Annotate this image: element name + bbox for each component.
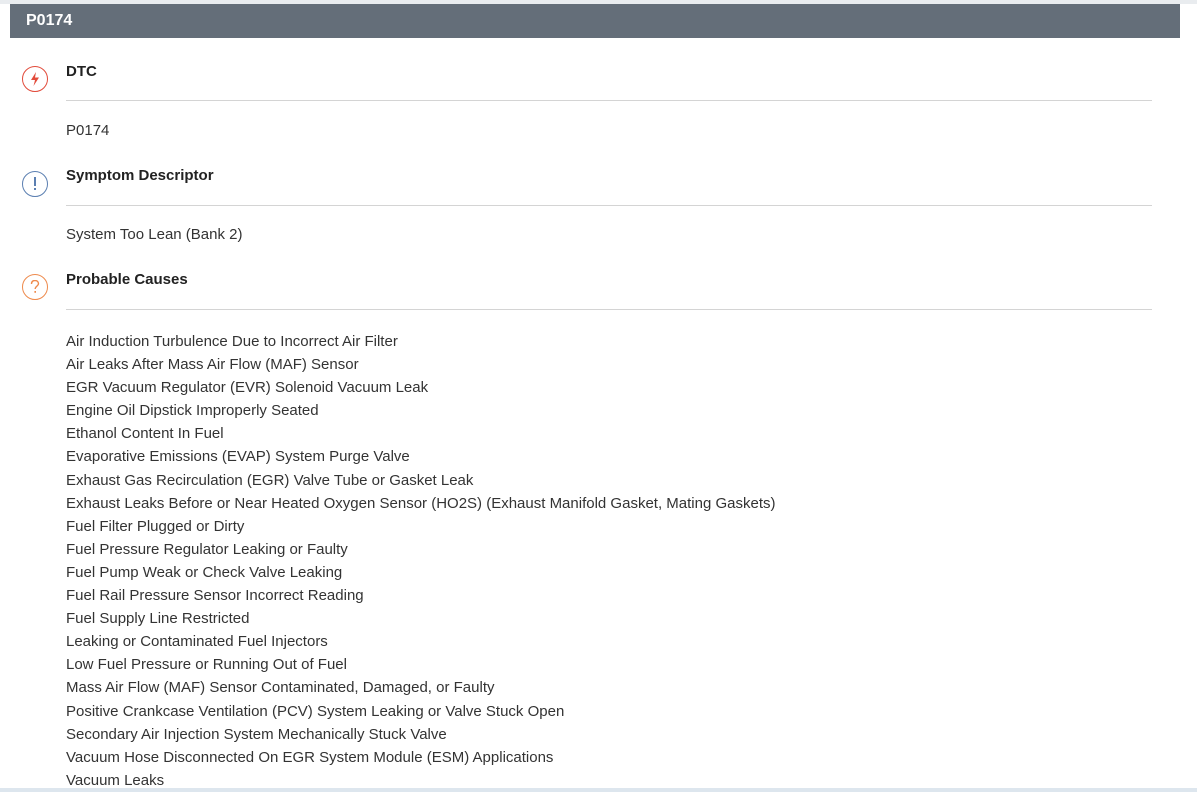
- list-item: Evaporative Emissions (EVAP) System Purg…: [66, 448, 410, 466]
- horizontal-scrollbar[interactable]: [0, 788, 1197, 792]
- symptom-title: Symptom Descriptor: [66, 167, 214, 184]
- dtc-value: P0174: [66, 122, 110, 139]
- list-item: Mass Air Flow (MAF) Sensor Contaminated,…: [66, 679, 495, 697]
- list-item: Fuel Filter Plugged or Dirty: [66, 517, 245, 535]
- list-item: Exhaust Gas Recirculation (EGR) Valve Tu…: [66, 471, 474, 489]
- dtc-divider: [66, 100, 1152, 101]
- header-code: P0174: [26, 12, 73, 29]
- dtc-title: DTC: [66, 63, 97, 80]
- list-item: Secondary Air Injection System Mechanica…: [66, 725, 447, 743]
- symptom-divider: [66, 205, 1152, 206]
- list-item: Exhaust Leaks Before or Near Heated Oxyg…: [66, 494, 776, 512]
- symptom-value: System Too Lean (Bank 2): [66, 226, 243, 243]
- list-item: Low Fuel Pressure or Running Out of Fuel: [66, 656, 347, 674]
- list-item: Air Leaks After Mass Air Flow (MAF) Sens…: [66, 356, 359, 374]
- list-item: Fuel Pump Weak or Check Valve Leaking: [66, 563, 343, 581]
- list-item: Vacuum Hose Disconnected On EGR System M…: [66, 748, 554, 766]
- causes-divider: [66, 309, 1152, 310]
- exclamation-icon: [22, 171, 48, 197]
- list-item: Ethanol Content In Fuel: [66, 425, 224, 443]
- lightning-icon: [22, 66, 48, 92]
- list-item: Fuel Pressure Regulator Leaking or Fault…: [66, 540, 348, 558]
- list-item: Air Induction Turbulence Due to Incorrec…: [66, 333, 398, 350]
- list-item: Engine Oil Dipstick Improperly Seated: [66, 402, 319, 420]
- probable-causes-list: Air Induction Turbulence Due to Incorrec…: [66, 330, 776, 792]
- list-item: EGR Vacuum Regulator (EVR) Solenoid Vacu…: [66, 379, 429, 397]
- causes-title: Probable Causes: [66, 271, 188, 288]
- list-item: Leaking or Contaminated Fuel Injectors: [66, 633, 328, 651]
- list-item: Fuel Supply Line Restricted: [66, 610, 250, 628]
- list-item: Positive Crankcase Ventilation (PCV) Sys…: [66, 702, 565, 720]
- list-item: Fuel Rail Pressure Sensor Incorrect Read…: [66, 587, 364, 605]
- code-header-bar: P0174: [10, 4, 1180, 38]
- question-icon: [22, 274, 48, 300]
